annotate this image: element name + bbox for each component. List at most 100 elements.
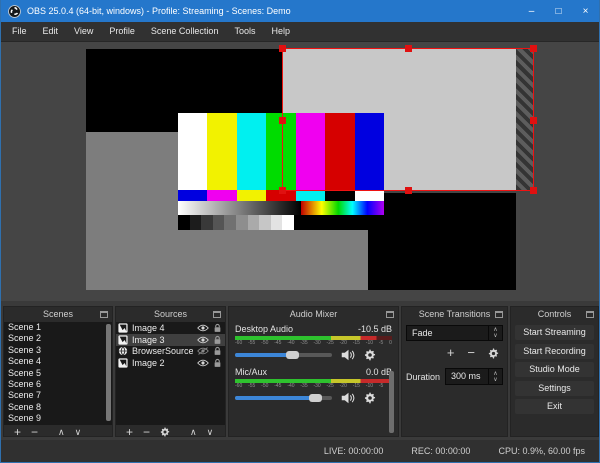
source-row[interactable]: Image 3: [116, 333, 225, 346]
resize-handle-mid-left[interactable]: [279, 116, 286, 124]
duration-spinbox[interactable]: 300 ms ∧ ∨: [445, 368, 503, 385]
lock-icon[interactable]: [213, 335, 222, 345]
resize-handle-top-center[interactable]: [405, 45, 412, 52]
scene-down-button[interactable]: ∨: [70, 426, 87, 438]
minimize-button[interactable]: –: [518, 0, 545, 22]
speaker-icon[interactable]: [341, 392, 356, 404]
add-transition-button[interactable]: +: [447, 346, 455, 359]
menu-edit[interactable]: Edit: [35, 22, 67, 41]
exit-button[interactable]: Exit: [515, 399, 594, 414]
transition-properties-gear-icon[interactable]: [488, 348, 499, 359]
menu-help[interactable]: Help: [263, 22, 298, 41]
combo-spinner[interactable]: ∧ ∨: [488, 326, 502, 340]
mixer-scrollbar[interactable]: [389, 371, 394, 433]
visibility-eye-off-icon[interactable]: [197, 347, 209, 356]
resize-handle-bottom-right[interactable]: [530, 187, 537, 194]
tick-label: -50: [261, 383, 269, 389]
lock-icon[interactable]: [213, 323, 222, 333]
controls-body: Start Streaming Start Recording Studio M…: [511, 322, 598, 421]
channel-settings-gear-icon[interactable]: [364, 349, 376, 361]
titlebar[interactable]: OBS 25.0.4 (64-bit, windows) - Profile: …: [1, 0, 599, 22]
start-streaming-button[interactable]: Start Streaming: [515, 325, 594, 340]
tick-label: -35: [300, 383, 308, 389]
sources-list[interactable]: Image 4 Image 3 BrowserSource Image 2: [116, 322, 225, 425]
colorbar-segment: [201, 215, 213, 230]
volume-slider-handle[interactable]: [308, 394, 322, 402]
lock-icon[interactable]: [213, 346, 222, 356]
panel-float-icon[interactable]: [100, 311, 108, 318]
scene-list-item[interactable]: Scene 2: [4, 333, 112, 344]
channel-settings-gear-icon[interactable]: [364, 392, 376, 404]
scene-list-item[interactable]: Scene 8: [4, 402, 112, 413]
remove-transition-button[interactable]: −: [467, 346, 475, 359]
resize-handle-mid-right[interactable]: [530, 116, 537, 124]
scenes-panel-header[interactable]: Scenes: [4, 307, 112, 322]
scenes-scrollbar[interactable]: [106, 324, 111, 421]
scene-list-item[interactable]: Scene 5: [4, 368, 112, 379]
speaker-icon[interactable]: [341, 349, 356, 361]
source-row[interactable]: Image 2: [116, 357, 225, 369]
image-source-icon: [118, 323, 128, 333]
volume-slider-handle[interactable]: [286, 351, 300, 359]
resize-handle-bottom-left[interactable]: [279, 187, 286, 194]
menu-tools[interactable]: Tools: [226, 22, 263, 41]
chevron-down-icon[interactable]: ∨: [493, 377, 497, 383]
menu-file[interactable]: File: [4, 22, 35, 41]
scene-list-item[interactable]: Scene 7: [4, 390, 112, 401]
scene-preview[interactable]: [1, 42, 599, 301]
volume-slider[interactable]: [235, 394, 332, 402]
studio-mode-button[interactable]: Studio Mode: [515, 362, 594, 377]
source-properties-gear-icon[interactable]: [155, 427, 175, 437]
selection-bounding-box[interactable]: [279, 45, 537, 194]
source-black-rect-bottom[interactable]: [368, 193, 516, 290]
visibility-eye-icon[interactable]: [197, 359, 209, 367]
scene-transitions-header[interactable]: Scene Transitions: [402, 307, 507, 322]
settings-button[interactable]: Settings: [515, 380, 594, 396]
audio-mixer-header[interactable]: Audio Mixer: [229, 307, 398, 322]
transition-select[interactable]: Fade ∧ ∨: [406, 325, 503, 341]
obs-window: OBS 25.0.4 (64-bit, windows) - Profile: …: [0, 0, 600, 463]
scene-list-item[interactable]: Scene 9: [4, 413, 112, 424]
colorbar-segment: [282, 215, 294, 230]
scene-list-item[interactable]: Scene 1: [4, 322, 112, 333]
resize-handle-top-right[interactable]: [530, 45, 537, 52]
scene-list-item[interactable]: Scene 3: [4, 345, 112, 356]
tick-label: -60: [235, 340, 243, 346]
start-recording-button[interactable]: Start Recording: [515, 343, 594, 359]
lock-icon[interactable]: [213, 358, 222, 368]
panel-float-icon[interactable]: [586, 311, 594, 318]
dock-area: Scenes Scene 1 Scene 2 Scene 3 Scene 4 Scene…: [1, 301, 599, 440]
panel-float-icon[interactable]: [495, 311, 503, 318]
scene-list-item[interactable]: Scene 4: [4, 356, 112, 367]
panel-float-icon[interactable]: [213, 311, 221, 318]
controls-header[interactable]: Controls: [511, 307, 598, 322]
tick-label: -30: [313, 340, 321, 346]
remove-source-button[interactable]: −: [138, 426, 155, 438]
scenes-list[interactable]: Scene 1 Scene 2 Scene 3 Scene 4 Scene 5 Scene…: [4, 322, 112, 425]
panel-float-icon[interactable]: [386, 311, 394, 318]
volume-slider[interactable]: [235, 351, 332, 359]
resize-handle-top-left[interactable]: [279, 45, 286, 52]
remove-scene-button[interactable]: −: [26, 426, 43, 438]
duration-spinner[interactable]: ∧ ∨: [488, 369, 502, 384]
visibility-eye-icon[interactable]: [197, 324, 209, 332]
sources-panel-header[interactable]: Sources: [116, 307, 225, 322]
colorbar-segment: [207, 113, 237, 190]
chevron-down-icon[interactable]: ∨: [493, 333, 497, 339]
visibility-eye-icon[interactable]: [197, 336, 209, 344]
menu-view[interactable]: View: [66, 22, 101, 41]
source-row[interactable]: BrowserSource: [116, 346, 225, 358]
tick-label: -50: [261, 340, 269, 346]
source-down-button[interactable]: ∨: [202, 426, 219, 438]
add-source-button[interactable]: +: [121, 426, 138, 438]
close-button[interactable]: ×: [572, 0, 599, 22]
scene-up-button[interactable]: ∧: [53, 426, 70, 438]
source-up-button[interactable]: ∧: [185, 426, 202, 438]
add-scene-button[interactable]: +: [9, 426, 26, 438]
source-row[interactable]: Image 4: [116, 322, 225, 334]
resize-handle-bottom-center[interactable]: [405, 187, 412, 194]
menu-profile[interactable]: Profile: [101, 22, 143, 41]
scene-list-item[interactable]: Scene 6: [4, 379, 112, 390]
menu-scene-collection[interactable]: Scene Collection: [143, 22, 227, 41]
maximize-button[interactable]: □: [545, 0, 572, 22]
